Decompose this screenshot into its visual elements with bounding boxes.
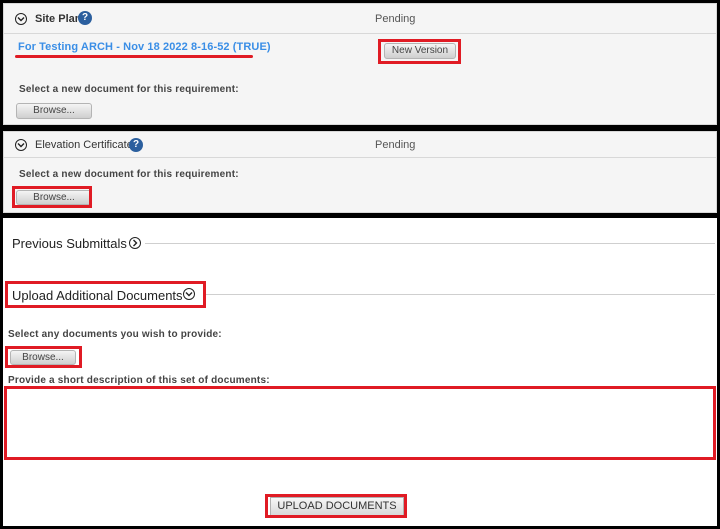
site-plan-panel: Site Plan ? Pending For Testing ARCH - N… (3, 3, 717, 125)
frame-divider-2 (0, 213, 720, 218)
site-plan-title: Site Plan (35, 13, 82, 25)
elevation-certificate-panel: Elevation Certificate ? Pending Select a… (3, 131, 717, 213)
collapse-chevron-icon[interactable] (15, 139, 27, 151)
document-link[interactable]: For Testing ARCH - Nov 18 2022 8-16-52 (… (18, 41, 271, 53)
highlight-underline (15, 55, 253, 58)
status-text: Pending (375, 13, 416, 25)
elevation-certificate-header[interactable]: Elevation Certificate ? Pending (4, 132, 716, 158)
highlight-box (265, 494, 407, 518)
section-divider (206, 294, 715, 295)
select-prompt: Select any documents you wish to provide… (8, 329, 222, 340)
description-label: Provide a short description of this set … (8, 375, 270, 386)
previous-submittals-title[interactable]: Previous Submittals (12, 236, 127, 251)
highlight-box (5, 281, 206, 308)
section-divider (145, 243, 715, 244)
highlight-box (378, 39, 461, 64)
status-text: Pending (375, 139, 416, 151)
highlight-box (5, 346, 82, 368)
elevation-certificate-title: Elevation Certificate (35, 139, 133, 151)
site-plan-header[interactable]: Site Plan ? Pending (4, 4, 716, 34)
help-icon[interactable]: ? (129, 138, 143, 152)
select-prompt: Select a new document for this requireme… (19, 84, 239, 95)
browse-button[interactable]: Browse... (16, 103, 92, 119)
highlight-box (4, 386, 716, 460)
collapse-chevron-icon[interactable] (15, 13, 27, 25)
highlight-box (12, 186, 92, 208)
expand-chevron-icon[interactable] (129, 237, 141, 249)
select-prompt: Select a new document for this requireme… (19, 169, 239, 180)
help-icon[interactable]: ? (78, 11, 92, 25)
